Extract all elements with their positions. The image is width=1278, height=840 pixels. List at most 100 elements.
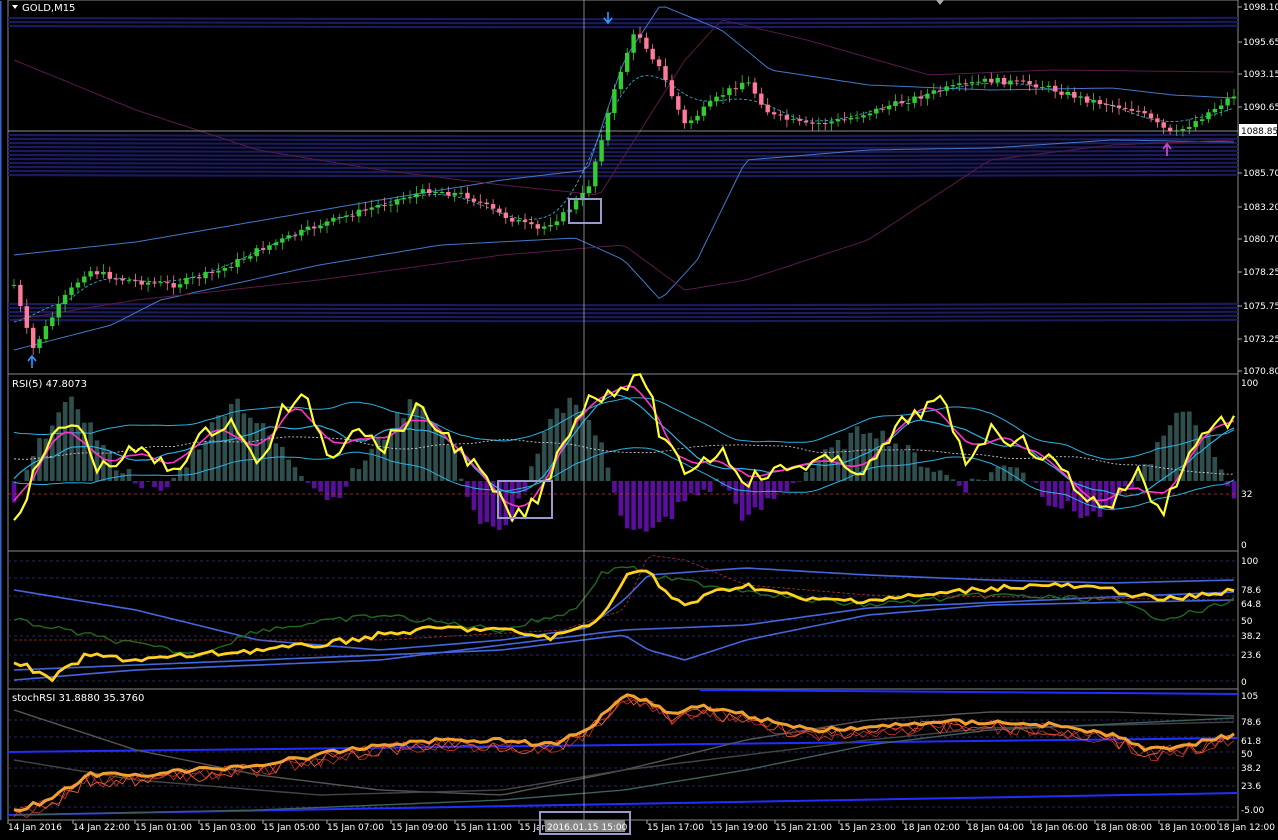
rsi-histogram-bar (1078, 481, 1083, 518)
candle-body (452, 192, 457, 196)
candle-body (1091, 100, 1096, 103)
candle-body (1021, 80, 1026, 82)
rsi-histogram-bar (624, 481, 630, 529)
candle-body (420, 189, 425, 194)
candle-body (1142, 111, 1147, 114)
candle-body (18, 284, 23, 307)
rsi-histogram-bar (918, 466, 924, 481)
stochrsi-axis-label: 78.6 (1241, 718, 1261, 728)
rsi-histogram-bar (216, 415, 221, 481)
rsi-histogram-bar (791, 481, 796, 484)
candle-body (631, 34, 636, 53)
candle-body (133, 280, 138, 282)
candle-body (688, 120, 694, 124)
candle-body (88, 271, 93, 277)
rsi-histogram-bar (273, 443, 279, 481)
candle-body (848, 117, 853, 120)
rsi-histogram-bar (586, 420, 592, 481)
rsi-histogram-bar (228, 403, 234, 481)
candle-body (1027, 81, 1032, 85)
candle-body (24, 306, 29, 328)
oscillator-axis-label: 100 (1241, 557, 1258, 567)
candle-body (1014, 80, 1019, 82)
stochrsi-axis-label: -5.00 (1241, 806, 1265, 816)
candle-body (650, 48, 655, 60)
rsi-histogram-bar (778, 481, 783, 491)
rsi-histogram-bar (969, 478, 975, 481)
rsi-histogram-bar (810, 467, 815, 481)
candle-body (1225, 98, 1230, 106)
candle-body (503, 212, 508, 218)
candle-body (286, 235, 291, 239)
chart-canvas[interactable]: GOLD,M15 RSI(5) 47.8073 stochRSI 31.8880… (0, 0, 1278, 840)
candle-body (82, 276, 87, 283)
candle-body (1033, 84, 1039, 88)
candle-body (222, 268, 227, 271)
candle-body (184, 277, 189, 285)
rsi-histogram-bar (465, 481, 470, 497)
candle-body (126, 280, 132, 282)
price-label: 1078.25 (1243, 268, 1278, 278)
candle-body (765, 104, 770, 113)
candle-body (599, 140, 604, 162)
candle-body (516, 220, 521, 222)
rsi-histogram-bar (995, 466, 1000, 481)
candle-body (478, 201, 483, 203)
candle-body (350, 215, 355, 217)
price-label: 1090.65 (1243, 103, 1278, 113)
rsi-histogram-bar (350, 468, 355, 481)
candle-body (267, 245, 272, 250)
rsi-histogram-bar (286, 459, 291, 481)
rsi-histogram-bar (899, 450, 905, 481)
rsi-histogram-bar (446, 444, 451, 481)
candle-body (1219, 105, 1224, 109)
candle-body (114, 278, 119, 280)
rsi-histogram-bar (1020, 472, 1026, 481)
candle-body (963, 83, 968, 85)
rsi-histogram-bar (292, 467, 298, 481)
candle-body (918, 96, 924, 99)
candle-body (369, 207, 374, 210)
candle-body (203, 271, 208, 279)
time-axis-label: 18 Jan 06:00 (1031, 823, 1088, 833)
rsi-histogram-bar (69, 396, 74, 481)
candle-body (950, 85, 956, 87)
rsi-histogram-bar (695, 481, 700, 496)
candle-body (573, 200, 579, 210)
candle-body (260, 248, 266, 250)
rsi-histogram-bar (484, 481, 489, 523)
time-axis-label: 18 Jan 10:00 (1159, 823, 1216, 833)
candle-body (11, 284, 17, 286)
rsi-histogram-bar (203, 441, 208, 481)
candle-body (989, 78, 994, 83)
rsi-histogram-bar (644, 481, 649, 532)
candle-body (861, 115, 866, 118)
rsi-histogram-bar (612, 481, 617, 493)
rsi-histogram-bar (196, 449, 202, 481)
candle-body (676, 96, 681, 110)
candle-body (229, 267, 234, 268)
rsi-histogram-bar (1218, 469, 1224, 481)
rsi-histogram-bar (650, 481, 655, 528)
price-label: 1083.20 (1243, 203, 1278, 213)
rsi-histogram-bar (165, 481, 170, 488)
candle-body (1193, 121, 1198, 128)
candle-body (318, 225, 323, 229)
rsi-histogram-bar (925, 467, 930, 481)
candle-body (867, 113, 873, 116)
rsi-title: RSI(5) 47.8073 (12, 379, 87, 390)
rsi-histogram-bar (139, 481, 144, 489)
candle-body (458, 192, 464, 194)
candle-body (561, 212, 566, 222)
candle-body (842, 119, 847, 121)
candle-body (810, 122, 815, 124)
rsi-histogram-bar (1001, 465, 1007, 481)
candle-body (1123, 107, 1128, 109)
rsi-histogram-bar (707, 481, 713, 492)
candle-body (982, 78, 988, 82)
candle-body (969, 82, 975, 84)
candle-body (37, 339, 42, 349)
rsi-histogram-bar (471, 481, 477, 511)
candle-body (31, 327, 36, 348)
candle-body (1072, 92, 1077, 98)
